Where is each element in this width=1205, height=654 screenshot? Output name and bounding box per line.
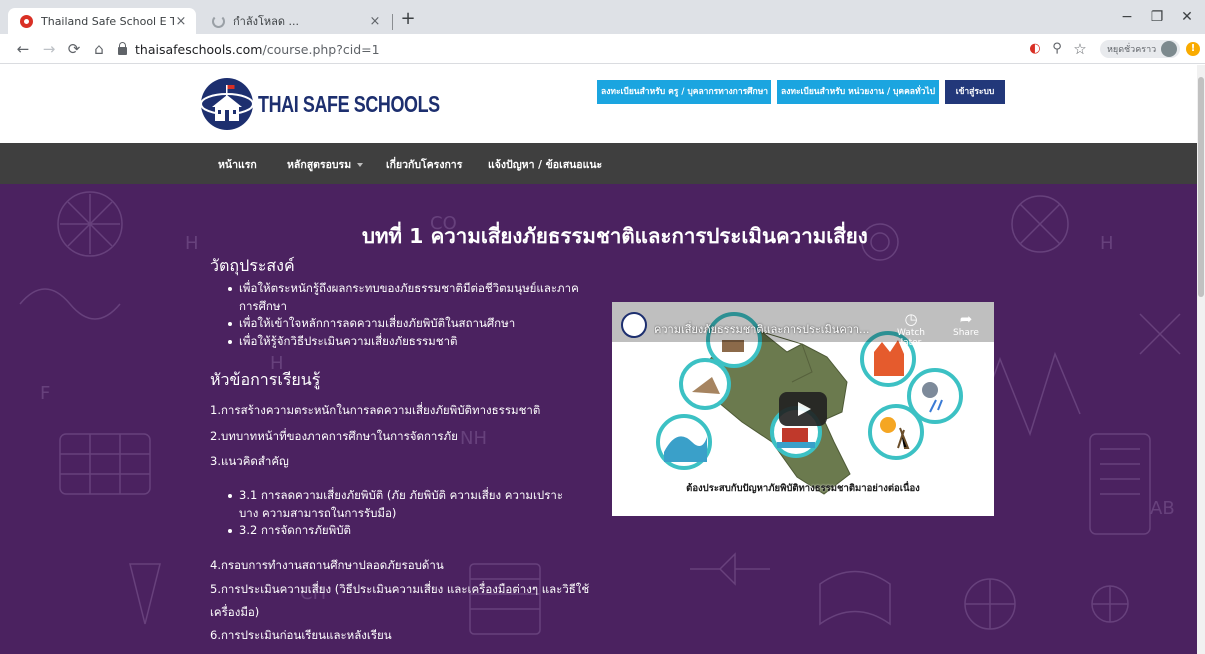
youtube-video-embed[interactable]: ความเสี่ยงภัยธรรมชาติและการประเมินควา...… xyxy=(612,302,994,516)
web-page: THAI SAFE SCHOOLS ลงทะเบียนสำหรับ ครู / … xyxy=(0,65,1205,654)
topic-item: 4.กรอบการทำงานสถานศึกษาปลอดภัยรอบด้าน xyxy=(210,558,444,572)
topic-item: 3.แนวคิดสำคัญ xyxy=(210,454,289,468)
forward-button[interactable]: → xyxy=(38,38,60,60)
tab-title: Thailand Safe School E Training xyxy=(41,14,174,28)
svg-text:NH: NH xyxy=(460,428,487,449)
share-icon: ➦ xyxy=(959,310,973,328)
browser-tab-loading[interactable]: กำลังโหลด ... × xyxy=(198,8,390,34)
objectives-list: เพื่อให้ตระหนักรู้ถึงผลกระทบของภัยธรรมชา… xyxy=(228,280,598,350)
nav-courses[interactable]: หลักสูตรอบรม xyxy=(287,156,364,173)
lesson-title: บทที่ 1 ความเสี่ยงภัยธรรมชาติและการประเม… xyxy=(362,224,868,248)
watch-later-button[interactable]: ◷ Watch later xyxy=(891,310,931,348)
minimize-button[interactable]: − xyxy=(1112,6,1142,28)
site-logo[interactable]: THAI SAFE SCHOOLS xyxy=(200,77,491,131)
channel-avatar[interactable] xyxy=(621,312,647,338)
register-agency-button[interactable]: ลงทะเบียนสำหรับ หน่วยงาน / บุคคลทั่วไป xyxy=(777,80,939,104)
svg-text:H: H xyxy=(1100,233,1114,254)
site-header: THAI SAFE SCHOOLS ลงทะเบียนสำหรับ ครู / … xyxy=(0,65,1197,143)
science-doodle-background: H F H H CO NH AB CH xyxy=(19,191,1181,635)
url-path: /course.php?cid=1 xyxy=(262,41,380,57)
site-favicon-icon xyxy=(20,14,33,28)
bookmark-star-icon[interactable]: ☆ xyxy=(1071,40,1089,58)
zoom-icon[interactable]: ⚲ xyxy=(1048,40,1066,58)
watch-later-label: Watch later xyxy=(896,328,926,348)
lock-icon xyxy=(118,42,127,55)
nav-home[interactable]: หน้าแรก xyxy=(218,156,257,173)
topic-item: 2.บทบาทหน้าที่ของภาคการศึกษาในการจัดการภ… xyxy=(210,429,458,443)
profile-label: หยุดชั่วคราว xyxy=(1107,45,1157,55)
nav-feedback[interactable]: แจ้งปัญหา / ข้อเสนอแนะ xyxy=(488,156,602,173)
tab-close-icon[interactable]: × xyxy=(174,14,188,29)
update-alert-icon[interactable]: ! xyxy=(1186,42,1200,56)
extension-icon[interactable]: ◐ xyxy=(1026,40,1044,58)
tab-title: กำลังโหลด ... xyxy=(233,15,299,28)
subtopics-list: 3.1 การลดความเสี่ยงภัยพิบัติ (ภัย ภัยพิบ… xyxy=(228,487,580,540)
list-item: เพื่อให้ตระหนักรู้ถึงผลกระทบของภัยธรรมชา… xyxy=(228,280,598,315)
register-teacher-button[interactable]: ลงทะเบียนสำหรับ ครู / บุคลากรทางการศึกษา xyxy=(597,80,771,104)
topics-heading: หัวข้อการเรียนรู้ xyxy=(210,370,321,389)
topic-item: เครื่องมือ) xyxy=(210,605,260,619)
close-window-button[interactable]: ✕ xyxy=(1172,6,1202,28)
video-title[interactable]: ความเสี่ยงภัยธรรมชาติและการประเมินควา... xyxy=(654,320,884,338)
list-item: 3.2 การจัดการภัยพิบัติ xyxy=(228,522,580,540)
share-label: Share xyxy=(953,328,979,338)
page-scrollbar[interactable] xyxy=(1197,65,1205,654)
video-subtitle: ต้องประสบกับปัญหาภัยพิบัติทางธรรมชาติมาอ… xyxy=(686,483,920,494)
tab-separator xyxy=(392,14,393,30)
topic-item: 1.การสร้างความตระหนักในการลดความเสี่ยงภั… xyxy=(210,403,541,417)
loading-spinner-icon xyxy=(212,14,225,28)
reload-button[interactable]: ⟳ xyxy=(63,38,85,60)
tab-close-icon[interactable]: × xyxy=(368,14,382,29)
back-button[interactable]: ← xyxy=(12,38,34,60)
scrollbar-thumb[interactable] xyxy=(1198,77,1204,297)
login-button[interactable]: เข้าสู่ระบบ xyxy=(945,80,1005,104)
school-emblem-icon xyxy=(200,78,254,130)
home-button[interactable]: ⌂ xyxy=(88,38,110,60)
browser-tab-active[interactable]: Thailand Safe School E Training × xyxy=(8,8,196,34)
svg-text:AB: AB xyxy=(1150,498,1175,519)
nav-courses-label: หลักสูตรอบรม xyxy=(287,159,352,171)
browser-toolbar: ← → ⟳ ⌂ thaisafeschools.com /course.php?… xyxy=(0,34,1205,64)
svg-text:H: H xyxy=(185,233,199,254)
new-tab-button[interactable]: + xyxy=(398,10,418,30)
topic-item: 6.การประเมินก่อนเรียนและหลังเรียน xyxy=(210,628,392,642)
list-item: เพื่อให้รู้จักวิธีประเมินความเสี่ยงภัยธร… xyxy=(228,333,598,351)
nav-about[interactable]: เกี่ยวกับโครงการ xyxy=(386,156,462,173)
profile-button[interactable]: หยุดชั่วคราว xyxy=(1100,40,1180,58)
main-nav: หน้าแรก หลักสูตรอบรม เกี่ยวกับโครงการ แจ… xyxy=(0,143,1197,184)
url-domain: thaisafeschools.com xyxy=(135,41,263,57)
objectives-heading: วัตถุประสงค์ xyxy=(210,256,295,275)
clock-icon: ◷ xyxy=(904,310,918,328)
logo-text: THAI SAFE SCHOOLS xyxy=(258,90,440,117)
list-item: 3.1 การลดความเสี่ยงภัยพิบัติ (ภัย ภัยพิบ… xyxy=(228,487,580,522)
share-button[interactable]: ➦ Share xyxy=(946,310,986,338)
topic-item: 5.การประเมินความเสี่ยง (วิธีประเมินความเ… xyxy=(210,582,590,596)
lesson-content: H F H H CO NH AB CH บทที่ 1 ความเสี่ยงภั… xyxy=(0,184,1197,654)
play-button[interactable] xyxy=(779,392,827,426)
svg-text:F: F xyxy=(40,383,50,404)
address-bar[interactable]: thaisafeschools.com /course.php?cid=1 xyxy=(112,37,1022,61)
browser-tab-strip: Thailand Safe School E Training × กำลังโ… xyxy=(0,0,1205,34)
list-item: เพื่อให้เข้าใจหลักการลดความเสี่ยงภัยพิบั… xyxy=(228,315,598,333)
chevron-down-icon xyxy=(357,163,364,167)
restore-button[interactable]: ❐ xyxy=(1142,6,1172,28)
profile-avatar xyxy=(1161,41,1177,57)
